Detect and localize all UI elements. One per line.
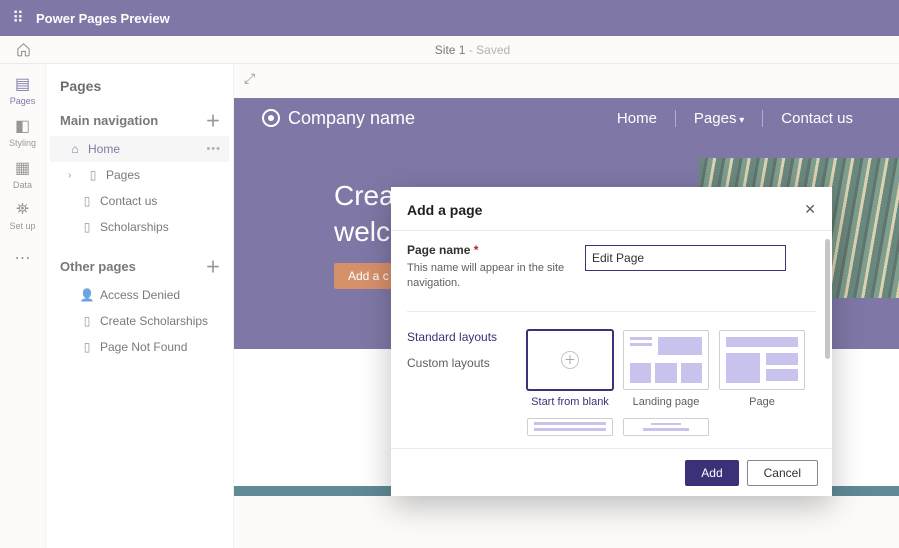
layout-caption: Page (749, 396, 775, 408)
layout-caption: Landing page (633, 396, 700, 408)
page-name-label: Page name * (407, 243, 567, 257)
layout-thumb-landing (623, 330, 709, 390)
layout-landing[interactable]: Landing page (623, 330, 709, 408)
layout-thumb-partial-2[interactable] (623, 418, 709, 436)
page-name-help: This name will appear in the site naviga… (407, 261, 567, 291)
dialog-title: Add a page (407, 202, 482, 218)
dialog-scrollbar[interactable] (825, 239, 830, 448)
layout-thumb-page (719, 330, 805, 390)
layout-thumb-blank: ＋ (527, 330, 613, 390)
tab-standard-layouts[interactable]: Standard layouts (407, 330, 507, 344)
layout-thumb-partial-1[interactable] (527, 418, 613, 436)
required-indicator: * (474, 243, 479, 257)
layout-page[interactable]: Page (719, 330, 805, 408)
cancel-button[interactable]: Cancel (747, 460, 818, 486)
add-button[interactable]: Add (685, 460, 738, 486)
page-name-input[interactable] (585, 245, 786, 271)
tab-custom-layouts[interactable]: Custom layouts (407, 356, 507, 370)
close-icon[interactable]: ✕ (804, 201, 816, 218)
layout-caption: Start from blank (531, 396, 609, 408)
layout-blank[interactable]: ＋ Start from blank (527, 330, 613, 408)
add-page-dialog: Add a page ✕ Page name * This name will … (391, 187, 832, 496)
plus-icon: ＋ (561, 351, 579, 369)
